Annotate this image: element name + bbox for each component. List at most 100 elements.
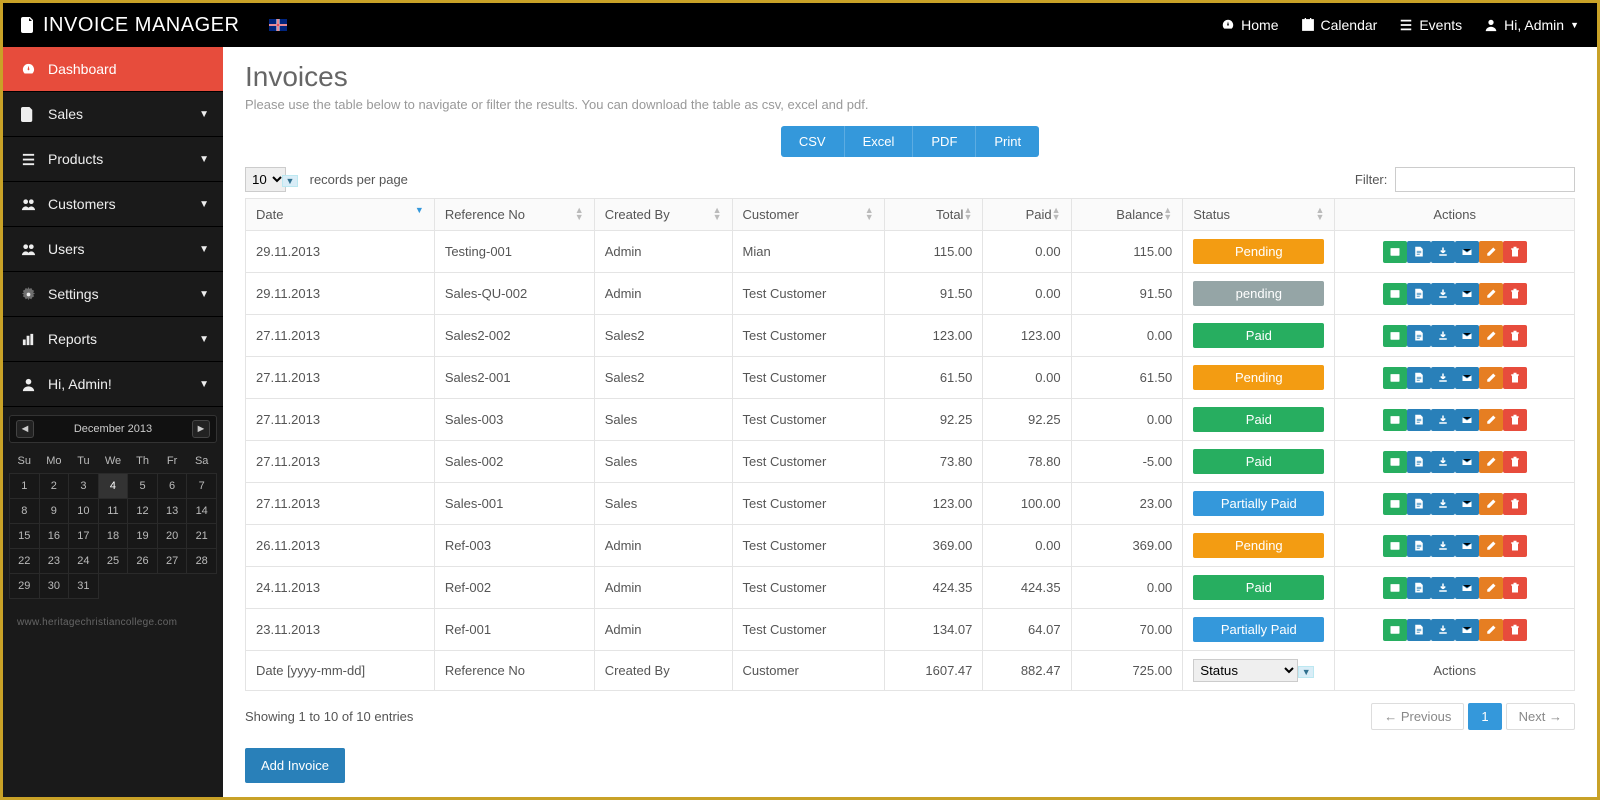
sidebar-item-reports[interactable]: Reports▼ xyxy=(3,317,223,362)
page-1[interactable]: 1 xyxy=(1468,703,1501,730)
cal-prev[interactable]: ◄ xyxy=(16,420,34,438)
action-details[interactable] xyxy=(1407,367,1431,389)
cal-day-19[interactable]: 19 xyxy=(128,524,158,549)
cal-day-13[interactable]: 13 xyxy=(157,499,187,524)
action-download[interactable] xyxy=(1431,577,1455,599)
col-total[interactable]: Total▲▼ xyxy=(884,199,983,231)
action-edit[interactable] xyxy=(1479,409,1503,431)
cal-day-17[interactable]: 17 xyxy=(69,524,99,549)
export-excel[interactable]: Excel xyxy=(844,126,913,157)
action-edit[interactable] xyxy=(1479,325,1503,347)
cal-day-24[interactable]: 24 xyxy=(69,549,99,574)
action-details[interactable] xyxy=(1407,241,1431,263)
action-edit[interactable] xyxy=(1479,367,1503,389)
cal-day-21[interactable]: 21 xyxy=(187,524,217,549)
col-created-by[interactable]: Created By▲▼ xyxy=(594,199,732,231)
col-date[interactable]: Date▼ xyxy=(246,199,435,231)
action-delete[interactable] xyxy=(1503,409,1527,431)
cal-day-28[interactable]: 28 xyxy=(187,549,217,574)
action-delete[interactable] xyxy=(1503,577,1527,599)
action-details[interactable] xyxy=(1407,283,1431,305)
filter-input[interactable] xyxy=(1395,167,1575,192)
export-print[interactable]: Print xyxy=(975,126,1039,157)
action-delete[interactable] xyxy=(1503,283,1527,305)
cal-day-26[interactable]: 26 xyxy=(128,549,158,574)
action-delete[interactable] xyxy=(1503,367,1527,389)
action-download[interactable] xyxy=(1431,409,1455,431)
action-view[interactable] xyxy=(1383,241,1407,263)
cal-day-29[interactable]: 29 xyxy=(10,574,40,599)
action-view[interactable] xyxy=(1383,367,1407,389)
action-download[interactable] xyxy=(1431,535,1455,557)
page-prev[interactable]: ← Previous xyxy=(1371,703,1464,730)
cal-day-23[interactable]: 23 xyxy=(39,549,69,574)
action-download[interactable] xyxy=(1431,241,1455,263)
cal-day-15[interactable]: 15 xyxy=(10,524,40,549)
cal-day-16[interactable]: 16 xyxy=(39,524,69,549)
action-edit[interactable] xyxy=(1479,493,1503,515)
cal-day-7[interactable]: 7 xyxy=(187,474,217,499)
action-edit[interactable] xyxy=(1479,535,1503,557)
cal-day-12[interactable]: 12 xyxy=(128,499,158,524)
action-details[interactable] xyxy=(1407,535,1431,557)
action-view[interactable] xyxy=(1383,577,1407,599)
sidebar-item-customers[interactable]: Customers▼ xyxy=(3,182,223,227)
cal-day-2[interactable]: 2 xyxy=(39,474,69,499)
action-email[interactable] xyxy=(1455,619,1479,641)
action-edit[interactable] xyxy=(1479,619,1503,641)
action-email[interactable] xyxy=(1455,493,1479,515)
action-download[interactable] xyxy=(1431,325,1455,347)
action-view[interactable] xyxy=(1383,409,1407,431)
cal-day-5[interactable]: 5 xyxy=(128,474,158,499)
action-email[interactable] xyxy=(1455,241,1479,263)
cal-day-20[interactable]: 20 xyxy=(157,524,187,549)
cal-day-31[interactable]: 31 xyxy=(69,574,99,599)
export-pdf[interactable]: PDF xyxy=(912,126,975,157)
col-status[interactable]: Status▲▼ xyxy=(1183,199,1335,231)
action-email[interactable] xyxy=(1455,325,1479,347)
action-edit[interactable] xyxy=(1479,283,1503,305)
cal-day-25[interactable]: 25 xyxy=(98,549,128,574)
action-delete[interactable] xyxy=(1503,325,1527,347)
action-email[interactable] xyxy=(1455,283,1479,305)
action-download[interactable] xyxy=(1431,493,1455,515)
action-download[interactable] xyxy=(1431,619,1455,641)
action-delete[interactable] xyxy=(1503,493,1527,515)
action-details[interactable] xyxy=(1407,451,1431,473)
action-delete[interactable] xyxy=(1503,535,1527,557)
cal-day-11[interactable]: 11 xyxy=(98,499,128,524)
sidebar-item-dashboard[interactable]: Dashboard xyxy=(3,47,223,92)
cal-day-10[interactable]: 10 xyxy=(69,499,99,524)
action-delete[interactable] xyxy=(1503,619,1527,641)
action-download[interactable] xyxy=(1431,367,1455,389)
action-email[interactable] xyxy=(1455,409,1479,431)
sidebar-item-hi-admin-[interactable]: Hi, Admin!▼ xyxy=(3,362,223,407)
sidebar-item-sales[interactable]: Sales▼ xyxy=(3,92,223,137)
flag-uk-icon[interactable] xyxy=(269,19,287,31)
action-details[interactable] xyxy=(1407,493,1431,515)
action-view[interactable] xyxy=(1383,535,1407,557)
page-length-select[interactable]: 10 xyxy=(245,167,286,192)
cal-day-8[interactable]: 8 xyxy=(10,499,40,524)
col-balance[interactable]: Balance▲▼ xyxy=(1071,199,1183,231)
sidebar-item-products[interactable]: Products▼ xyxy=(3,137,223,182)
cal-day-4[interactable]: 4 xyxy=(98,474,128,499)
action-edit[interactable] xyxy=(1479,241,1503,263)
export-csv[interactable]: CSV xyxy=(781,126,844,157)
action-email[interactable] xyxy=(1455,367,1479,389)
action-edit[interactable] xyxy=(1479,577,1503,599)
cal-day-30[interactable]: 30 xyxy=(39,574,69,599)
nav-events[interactable]: Events xyxy=(1399,17,1462,33)
action-view[interactable] xyxy=(1383,493,1407,515)
add-invoice-button[interactable]: Add Invoice xyxy=(245,748,345,783)
action-email[interactable] xyxy=(1455,577,1479,599)
cal-next[interactable]: ► xyxy=(192,420,210,438)
action-view[interactable] xyxy=(1383,325,1407,347)
col-actions[interactable]: Actions xyxy=(1335,199,1575,231)
action-view[interactable] xyxy=(1383,619,1407,641)
action-download[interactable] xyxy=(1431,283,1455,305)
action-delete[interactable] xyxy=(1503,241,1527,263)
col-reference-no[interactable]: Reference No▲▼ xyxy=(434,199,594,231)
action-edit[interactable] xyxy=(1479,451,1503,473)
page-next[interactable]: Next → xyxy=(1506,703,1575,730)
